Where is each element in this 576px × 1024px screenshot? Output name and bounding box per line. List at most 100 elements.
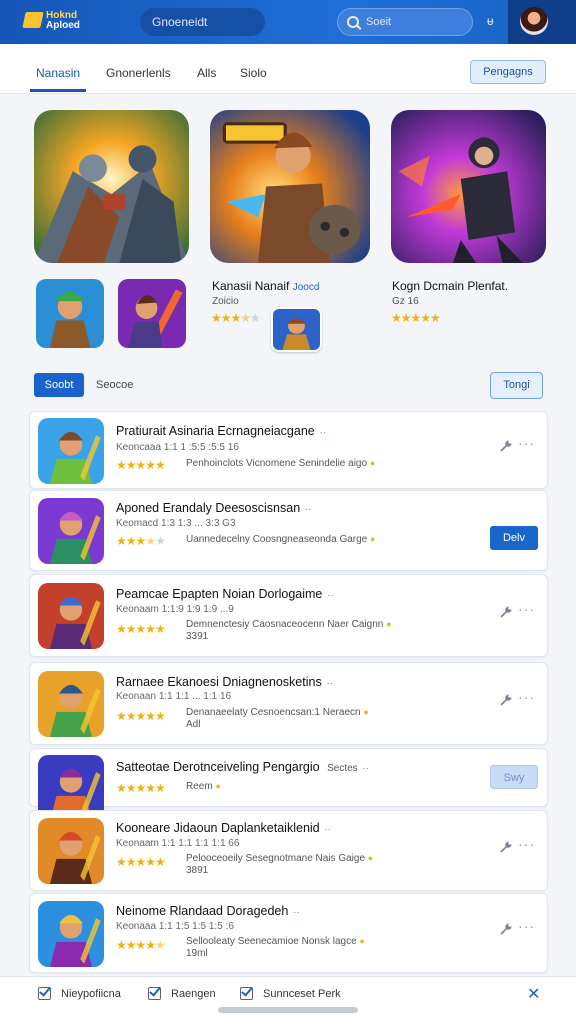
- app-icon[interactable]: [38, 671, 104, 737]
- app-extra: 3391: [186, 631, 209, 642]
- featured-art-3: [391, 110, 546, 263]
- app-desc-text: Pelooceoeily Sesegnotmane Nais Gaige: [186, 853, 365, 864]
- sort-label[interactable]: Seocoe: [96, 379, 133, 391]
- list-item[interactable]: Satteotae Derotnceiveling Pengargio Sect…: [29, 748, 548, 821]
- status-dot-icon: ●: [386, 619, 392, 629]
- filter-icon[interactable]: ᵾ: [487, 14, 494, 28]
- featured-mini-thumb[interactable]: [271, 307, 322, 352]
- more-icon[interactable]: ···: [518, 689, 535, 705]
- tab-alls[interactable]: Alls: [197, 66, 216, 80]
- app-meta: Keonaam 1:1 1:1 1:1 1:1 66: [116, 838, 240, 849]
- list-item[interactable]: Neinome Rlandaad Doragedeh ·· Keonaaa 1:1…: [29, 893, 548, 973]
- app-icon[interactable]: [38, 418, 104, 484]
- app-desc-text: Uannedecelny Coosngneaseonda Garge: [186, 534, 368, 545]
- rating-stars: ★★★★★: [116, 709, 166, 723]
- app-title-field[interactable]: Gnoeneidt: [140, 8, 265, 36]
- bottom-item-label: Raengen: [171, 987, 216, 1000]
- featured-thumb-1[interactable]: [36, 279, 104, 348]
- featured-thumb-2[interactable]: [118, 279, 186, 348]
- more-icon[interactable]: ···: [518, 918, 535, 934]
- logo-line-2: Aploed: [46, 20, 80, 31]
- bottom-bar: Nieypofiicna Raengen Sunnceset Perk: [0, 976, 576, 1024]
- top-bar: Hoknd Aploed Gnoeneidt ᵾ: [0, 0, 576, 44]
- wrench-icon[interactable]: [499, 605, 513, 619]
- wrench-icon[interactable]: [499, 439, 513, 453]
- bottom-item-sunnceset[interactable]: Sunnceset Perk: [240, 987, 341, 1000]
- app-desc-text: Reem: [186, 781, 213, 792]
- tab-siolo[interactable]: Siolo: [240, 66, 267, 80]
- more-icon[interactable]: ···: [518, 836, 535, 852]
- app-title[interactable]: Neinome Rlandaad Doragedeh ··: [116, 904, 300, 918]
- list-item[interactable]: Pratiurait Asinaria Ecrnagneiacgane ·· Ke…: [29, 411, 548, 489]
- bottom-item-raengen[interactable]: Raengen: [148, 987, 216, 1000]
- thumb-art-1: [36, 279, 104, 348]
- app-title-text: Aponed Erandaly Deesoscisnsan: [116, 501, 301, 515]
- search-box[interactable]: [337, 8, 473, 36]
- featured-card-2[interactable]: [210, 110, 370, 263]
- app-logo[interactable]: Hoknd Aploed: [22, 10, 88, 34]
- featured-art-2: [210, 110, 370, 263]
- bottom-item-notifications[interactable]: Nieypofiicna: [38, 987, 121, 1000]
- list-item[interactable]: Kooneare Jidaoun Daplanketaiklenid ·· Keo…: [29, 810, 548, 891]
- app-title[interactable]: Peamcae Epapten Noian Dorlogaime ··: [116, 587, 334, 601]
- app-icon-art: [38, 818, 104, 884]
- app-extra: 3891: [186, 865, 209, 876]
- featured-card-3[interactable]: [391, 110, 546, 263]
- home-indicator[interactable]: [218, 1007, 358, 1013]
- app-icon[interactable]: [38, 901, 104, 967]
- more-dots-icon: ··: [323, 678, 334, 689]
- more-dots-icon: ··: [302, 504, 312, 515]
- get-button[interactable]: Delv: [490, 526, 538, 550]
- close-icon[interactable]: ✕: [527, 984, 540, 1004]
- app-title[interactable]: Pratiurait Asinaria Ecrnagneiacgane ··: [116, 424, 326, 438]
- status-dot-icon: ●: [363, 707, 369, 717]
- rating-stars: ★★★★★: [116, 855, 166, 869]
- tab-gnonerlenls[interactable]: Gnonerlenls: [106, 66, 171, 80]
- list-item[interactable]: Aponed Erandaly Deesoscisnsan ·· Keomacd …: [29, 490, 548, 571]
- app-title-text: Peamcae Epapten Noian Dorlogaime: [116, 587, 323, 601]
- sort-button[interactable]: Soobt: [34, 373, 84, 397]
- app-rating: ★★★★★: [116, 855, 169, 869]
- app-desc: Denanaeelaty Cesnoencsan:1 Neraecn ●: [186, 707, 369, 718]
- app-title[interactable]: Aponed Erandaly Deesoscisnsan ··: [116, 501, 312, 515]
- avatar[interactable]: [520, 7, 548, 35]
- featured-stars-3: ★★★★★: [391, 311, 441, 325]
- featured-title-2-text: Kanasii Nanaif: [212, 279, 290, 293]
- list-item[interactable]: Rarnaee Ekanoesi Dniagnenosketins ·· Keon…: [29, 662, 548, 745]
- bottom-item-label: Nieypofiicna: [61, 987, 121, 1000]
- app-desc-text: Sellooleaty Seenecamioe Nonsk lagce: [186, 936, 357, 947]
- get-button[interactable]: Swy: [490, 765, 538, 789]
- wrench-icon[interactable]: [499, 840, 513, 854]
- featured-title-3[interactable]: Kogn Dcmain Plenfat.: [392, 279, 508, 293]
- more-icon[interactable]: ···: [518, 601, 535, 617]
- app-desc: Pelooceoeily Sesegnotmane Nais Gaige ●: [186, 853, 373, 864]
- rating-stars: ★★★★★: [116, 458, 166, 472]
- status-dot-icon: ●: [359, 936, 365, 946]
- wrench-icon[interactable]: [499, 922, 513, 936]
- app-title[interactable]: Kooneare Jidaoun Daplanketaiklenid ··: [116, 821, 331, 835]
- tab-nanasin[interactable]: Nanasin: [36, 66, 80, 80]
- rating-stars: ★★★★★: [116, 938, 166, 952]
- pengagns-button[interactable]: Pengagns: [470, 60, 546, 84]
- app-title[interactable]: Rarnaee Ekanoesi Dniagnenosketins ··: [116, 675, 333, 689]
- featured-card-1[interactable]: [34, 110, 189, 263]
- logo-icon: [22, 12, 44, 28]
- tongi-button[interactable]: Tongi: [490, 372, 543, 399]
- mini-art: [273, 309, 320, 350]
- app-title-suffix: Sectes: [327, 763, 358, 774]
- list-item[interactable]: Peamcae Epapten Noian Dorlogaime ·· Keona…: [29, 574, 548, 657]
- app-icon[interactable]: [38, 583, 104, 649]
- app-title[interactable]: Satteotae Derotnceiveling Pengargio Sect…: [116, 760, 369, 774]
- featured-title-2[interactable]: Kanasii Nanaif Joocd: [212, 279, 319, 293]
- featured-sub-3: Gz 16: [392, 296, 419, 307]
- app-icon[interactable]: [38, 498, 104, 564]
- app-desc: Sellooleaty Seenecamioe Nonsk lagce ●: [186, 936, 365, 947]
- app-icon-art: [38, 498, 104, 564]
- more-icon[interactable]: ···: [518, 435, 535, 451]
- app-meta: Keonaaa 1:1 1:5 1:5 1:5 :6: [116, 921, 234, 932]
- app-desc-text: Demnenctesiy Caosnaceocenn Naer Caignn: [186, 619, 384, 630]
- search-icon: [347, 16, 359, 28]
- search-input[interactable]: [366, 16, 466, 28]
- app-icon[interactable]: [38, 818, 104, 884]
- wrench-icon[interactable]: [499, 693, 513, 707]
